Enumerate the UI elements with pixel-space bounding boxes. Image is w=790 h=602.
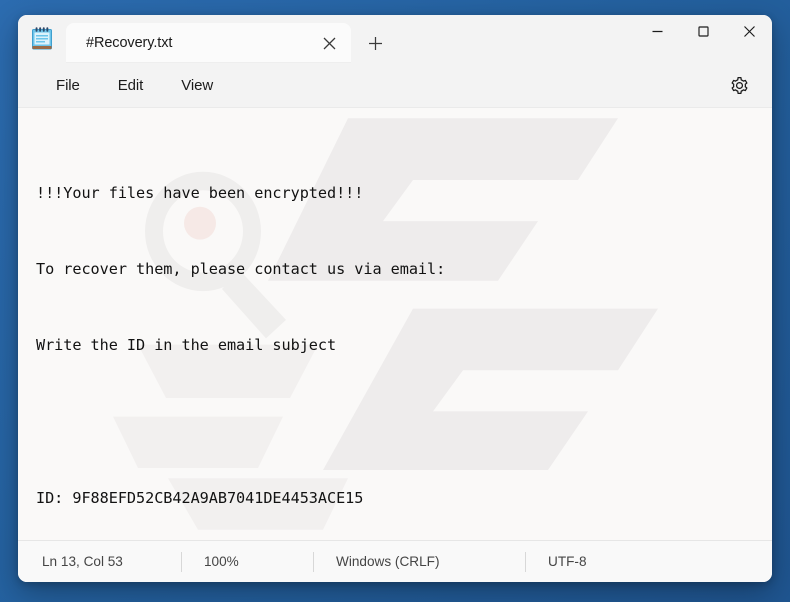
status-zoom-level[interactable]: 100% [204,551,314,572]
menu-item-file[interactable]: File [42,71,94,100]
menu-item-view[interactable]: View [167,71,227,100]
title-bar[interactable]: #Recovery.txt [18,15,772,63]
document-line: Write the ID in the email subject [36,336,337,355]
tab-close-icon[interactable] [315,29,343,57]
status-cursor-position[interactable]: Ln 13, Col 53 [42,551,182,572]
status-bar: Ln 13, Col 53 100% Windows (CRLF) UTF-8 [18,540,772,582]
status-encoding[interactable]: UTF-8 [548,552,609,572]
document-line: !!!Your files have been encrypted!!! [36,183,364,202]
menu-bar: File Edit View [18,63,772,108]
document-line: To recover them, please contact us via e… [36,260,446,279]
new-tab-button[interactable] [357,25,393,61]
notepad-window: #Recovery.txt File Edit View !!!Your fil… [18,15,772,582]
tab-recovery-txt[interactable]: #Recovery.txt [66,23,351,63]
tab-label: #Recovery.txt [86,35,173,51]
document-text[interactable]: !!!Your files have been encrypted!!! To … [18,108,772,540]
maximize-button[interactable] [680,15,726,48]
menu-item-edit[interactable]: Edit [104,71,157,100]
minimize-button[interactable] [634,15,680,48]
window-controls [634,15,772,48]
close-button[interactable] [726,15,772,48]
editor-area[interactable]: !!!Your files have been encrypted!!! To … [18,108,772,540]
document-line-id: ID: 9F88EFD52CB42A9AB7041DE4453ACE15 [36,488,364,507]
status-line-endings[interactable]: Windows (CRLF) [336,551,526,572]
notepad-icon [18,15,66,63]
gear-icon[interactable] [722,68,756,102]
